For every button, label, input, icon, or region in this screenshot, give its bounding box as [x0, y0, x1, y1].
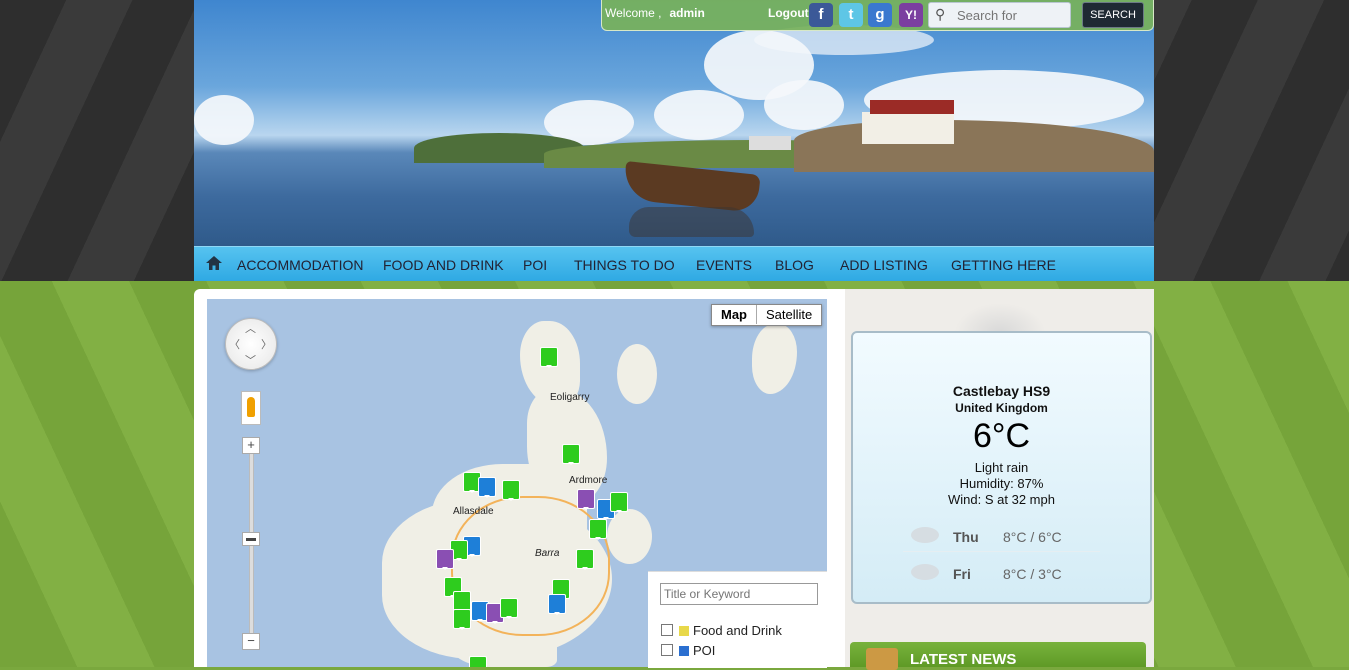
nav-add-listing[interactable]: ADD LISTING: [840, 257, 928, 273]
pan-down-icon[interactable]: ﹀: [245, 352, 256, 368]
food-and-drink-checkbox[interactable]: [661, 624, 673, 636]
nav-things-to-do[interactable]: THINGS TO DO: [574, 257, 675, 273]
map-marker[interactable]: [502, 480, 520, 501]
map-marker[interactable]: [548, 594, 566, 615]
zoom-in-button[interactable]: +: [242, 437, 260, 454]
weather-humidity: Humidity: 87%: [959, 476, 1044, 491]
map-marker[interactable]: [436, 549, 454, 570]
home-icon[interactable]: [206, 256, 222, 270]
search-input[interactable]: [957, 6, 1065, 24]
map-marker[interactable]: [469, 656, 487, 667]
forecast-range: 8°C / 3°C: [1003, 566, 1062, 582]
map-filter-panel: Food and Drink POI: [648, 571, 827, 668]
search-button[interactable]: SEARCH: [1082, 2, 1144, 28]
nav-blog[interactable]: BLOG: [775, 257, 814, 273]
food-and-drink-icon: [679, 626, 689, 636]
filter-poi[interactable]: POI: [661, 643, 715, 658]
username: admin: [669, 6, 705, 20]
map-marker[interactable]: [589, 519, 607, 540]
search-icon: ⚲: [935, 6, 946, 22]
cloud-icon: [911, 527, 939, 543]
nav-accommodation[interactable]: ACCOMMODATION: [237, 257, 364, 273]
weather-location: Castlebay HS9: [952, 383, 1051, 399]
zoom-slider-track[interactable]: [249, 445, 254, 647]
poi-icon: [679, 646, 689, 656]
map-marker[interactable]: [453, 591, 471, 612]
header-banner-image: [194, 0, 1154, 246]
user-toolbar: Welcome , admin Logout f t g Y! ⚲ SEARCH: [601, 0, 1154, 31]
forecast-range: 8°C / 6°C: [1003, 529, 1062, 545]
pan-up-icon[interactable]: ︿: [245, 320, 256, 336]
map-marker[interactable]: [478, 477, 496, 498]
weather-condition: Light rain: [974, 460, 1029, 475]
map-label-barra: Barra: [535, 548, 560, 559]
map-type-satellite-button[interactable]: Satellite: [757, 305, 821, 324]
google-icon[interactable]: g: [868, 3, 892, 27]
poi-checkbox[interactable]: [661, 644, 673, 656]
facebook-icon[interactable]: f: [809, 3, 833, 27]
weather-temperature: 6°C: [972, 417, 1031, 455]
latest-news-header: LATEST NEWS: [850, 642, 1146, 670]
map-marker[interactable]: [453, 609, 471, 630]
filter-food-and-drink[interactable]: Food and Drink: [661, 623, 782, 638]
yahoo-icon[interactable]: Y!: [899, 3, 923, 27]
map-type-map-button[interactable]: Map: [712, 305, 757, 324]
forecast-day: Fri: [953, 566, 971, 582]
twitter-icon[interactable]: t: [839, 3, 863, 27]
filter-label: POI: [693, 643, 716, 658]
search-box: ⚲: [928, 2, 1071, 28]
map-type-control: Map Satellite: [711, 304, 823, 326]
logout-link[interactable]: Logout: [768, 6, 809, 20]
nav-food-and-drink[interactable]: FOOD AND DRINK: [383, 257, 504, 273]
weather-widget: Castlebay HS9 United Kingdom 6°C Light r…: [851, 331, 1152, 604]
nav-events[interactable]: EVENTS: [696, 257, 752, 273]
map-label-ardmore: Ardmore: [569, 475, 608, 486]
forecast-row: Fri 8°C / 3°C: [903, 560, 1100, 588]
zoom-slider-handle[interactable]: ▬: [242, 532, 260, 546]
map-marker[interactable]: [540, 347, 558, 368]
keyword-search-input[interactable]: [660, 583, 818, 605]
street-view-pegman-icon[interactable]: [241, 391, 261, 425]
map-marker[interactable]: [500, 598, 518, 619]
forecast-row: Thu 8°C / 6°C: [903, 523, 1100, 552]
main-nav: ACCOMMODATION FOOD AND DRINK POI THINGS …: [194, 246, 1154, 281]
map-marker[interactable]: [577, 489, 595, 510]
map-marker[interactable]: [576, 549, 594, 570]
map-marker[interactable]: [562, 444, 580, 465]
welcome-text: Welcome , admin: [605, 6, 705, 20]
pan-control[interactable]: ︿ ﹀ 〈 〉: [225, 318, 277, 370]
pan-left-icon[interactable]: 〈: [229, 336, 240, 352]
forecast-day: Thu: [953, 529, 979, 545]
nav-getting-here[interactable]: GETTING HERE: [951, 257, 1056, 273]
latest-news-title: LATEST NEWS: [910, 651, 1017, 668]
map-marker[interactable]: [610, 492, 628, 513]
map-label-allasdale: Allasdale: [453, 506, 494, 517]
weather-wind: Wind: S at 32 mph: [948, 492, 1055, 507]
cloud-icon: [911, 564, 939, 580]
pan-right-icon[interactable]: 〉: [261, 336, 272, 352]
zoom-out-button[interactable]: −: [242, 633, 260, 650]
weather-country: United Kingdom: [955, 401, 1048, 415]
filter-label: Food and Drink: [693, 623, 782, 638]
map-label-eoligarry: Eoligarry: [550, 392, 590, 403]
nav-poi[interactable]: POI: [523, 257, 547, 273]
